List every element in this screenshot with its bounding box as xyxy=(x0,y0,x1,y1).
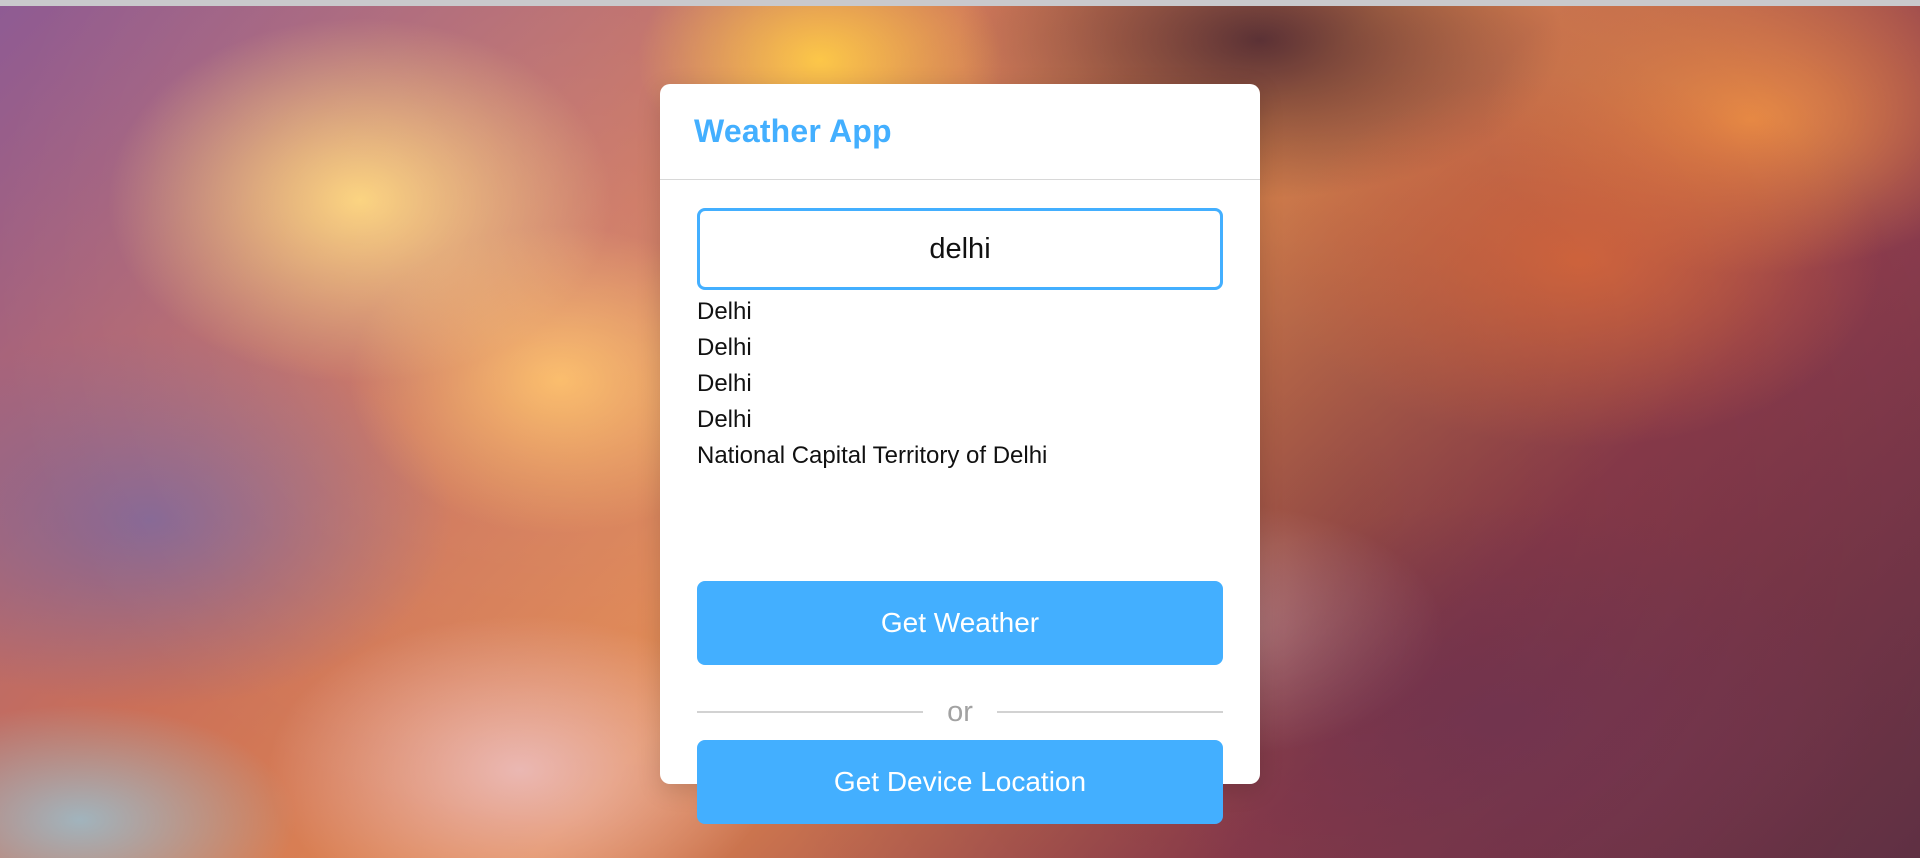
or-text: or xyxy=(947,695,973,728)
app-title: Weather App xyxy=(694,113,892,149)
window-top-bar xyxy=(0,0,1920,6)
suggestion-item[interactable]: Delhi xyxy=(697,294,1223,330)
city-search-input[interactable] xyxy=(697,208,1223,290)
card-header: Weather App xyxy=(660,84,1260,180)
suggestion-item[interactable]: Delhi xyxy=(697,366,1223,402)
divider-line-right xyxy=(996,711,1224,713)
or-divider: or xyxy=(697,694,1224,730)
suggestion-item[interactable]: National Capital Territory of Delhi xyxy=(697,438,1223,474)
suggestion-item[interactable]: Delhi xyxy=(697,330,1223,366)
weather-card: Weather App Delhi Delhi Delhi Delhi Nati… xyxy=(660,84,1260,824)
suggestion-item[interactable]: Delhi xyxy=(697,402,1223,438)
divider-line-left xyxy=(697,711,924,713)
suggestion-list: Delhi Delhi Delhi Delhi National Capital… xyxy=(697,294,1223,474)
get-device-location-button[interactable]: Get Device Location xyxy=(697,740,1223,824)
get-weather-button[interactable]: Get Weather xyxy=(697,581,1223,665)
